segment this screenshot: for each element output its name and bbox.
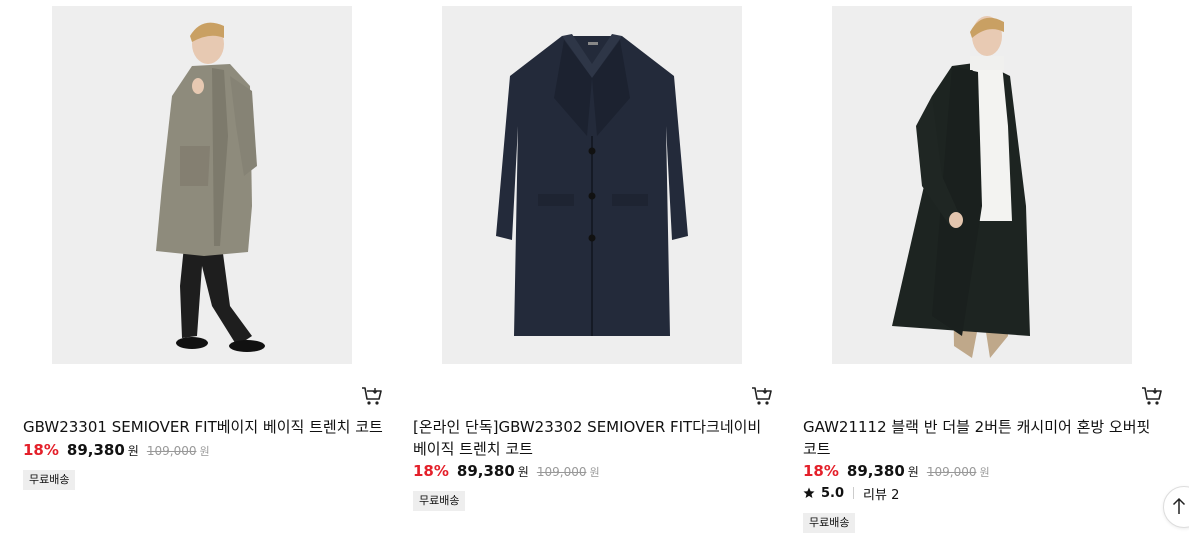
product-image[interactable] xyxy=(442,6,742,364)
cart-icon xyxy=(1142,387,1162,405)
sale-currency: 원 xyxy=(517,465,529,479)
free-shipping-badge: 무료배송 xyxy=(23,470,76,490)
black-coat-model-illustration xyxy=(832,6,1132,364)
price-row: 18% 89,380 원 109,000 원 xyxy=(23,441,210,463)
sale-price: 89,380 xyxy=(456,462,515,480)
original-currency: 원 xyxy=(199,445,210,458)
price-row: 18% 89,380 원 109,000 원 xyxy=(803,462,990,484)
navy-coat-flat-illustration xyxy=(442,6,742,364)
star-icon xyxy=(803,487,815,498)
product-image[interactable] xyxy=(52,6,352,364)
discount-rate: 18% xyxy=(803,462,839,480)
scroll-top-button[interactable] xyxy=(1163,486,1189,528)
review-count[interactable]: 리뷰 2 xyxy=(863,484,899,503)
add-to-cart-button[interactable] xyxy=(1141,386,1163,406)
product-image[interactable] xyxy=(832,6,1132,364)
rating-row: 5.0 리뷰 2 xyxy=(803,483,899,503)
rating-score: 5.0 xyxy=(821,485,845,501)
sale-currency: 원 xyxy=(127,444,139,458)
original-price: 109,000 xyxy=(146,444,197,458)
product-name[interactable]: GAW21112 블랙 반 더블 2버튼 캐시미어 혼방 오버핏 코트 xyxy=(803,416,1163,460)
original-currency: 원 xyxy=(589,466,600,479)
original-price: 109,000 xyxy=(536,465,587,479)
product-name[interactable]: [온라인 단독]GBW23302 SEMIOVER FIT다크네이비 베이직 트… xyxy=(413,416,773,460)
free-shipping-badge: 무료배송 xyxy=(413,491,466,511)
add-to-cart-button[interactable] xyxy=(361,386,383,406)
divider xyxy=(853,487,855,499)
beige-coat-model-illustration xyxy=(52,6,352,364)
discount-rate: 18% xyxy=(23,441,59,459)
sale-price: 89,380 xyxy=(66,441,125,459)
price-row: 18% 89,380 원 109,000 원 xyxy=(413,462,600,484)
sale-price: 89,380 xyxy=(846,462,905,480)
free-shipping-badge: 무료배송 xyxy=(803,513,856,533)
cart-icon xyxy=(752,387,772,405)
arrow-up-icon xyxy=(1172,497,1186,514)
product-name[interactable]: GBW23301 SEMIOVER FIT베이지 베이직 트렌치 코트 xyxy=(23,416,383,438)
original-price: 109,000 xyxy=(926,465,977,479)
add-to-cart-button[interactable] xyxy=(751,386,773,406)
discount-rate: 18% xyxy=(413,462,449,480)
original-currency: 원 xyxy=(979,466,990,479)
cart-icon xyxy=(362,387,382,405)
sale-currency: 원 xyxy=(907,465,919,479)
